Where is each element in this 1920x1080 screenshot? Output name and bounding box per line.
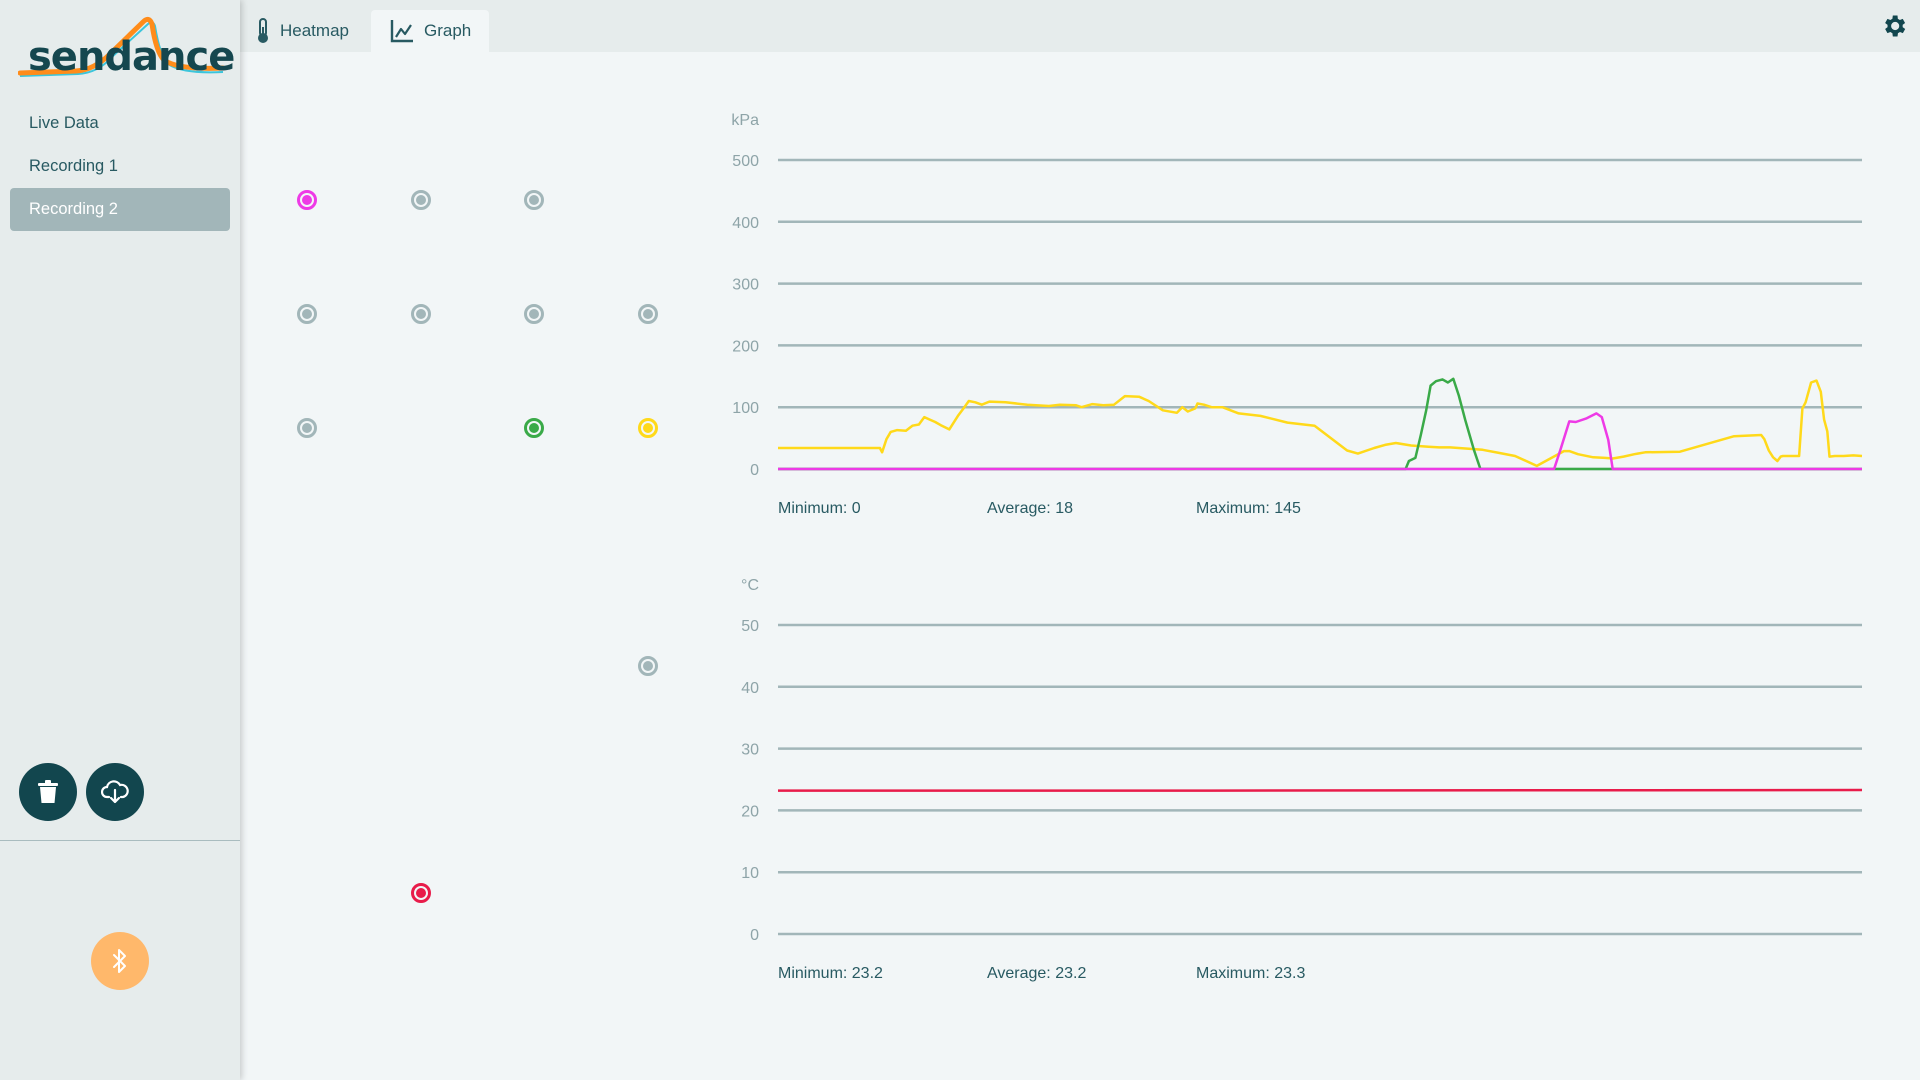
sensor-dot-icon: [529, 423, 539, 433]
temperature-tick-label: 20: [741, 803, 759, 820]
sidebar-item-live-data[interactable]: Live Data: [10, 102, 230, 145]
temperature-series-sensor-red: [778, 788, 1863, 792]
pressure-tick-label: 500: [732, 153, 759, 170]
sensor-dot-icon: [529, 309, 539, 319]
temperature-tick-label: 30: [741, 742, 759, 759]
pressure-sensor-1[interactable]: [297, 190, 317, 210]
download-button[interactable]: [86, 763, 144, 821]
sensor-dot-icon: [643, 309, 653, 319]
charts-canvas: kPa 0 100 200 300 400 500 °C 0 10 20 30 40 50: [731, 112, 1863, 944]
pressure-tick-label: 300: [732, 277, 759, 294]
temperature-tick-label: 0: [750, 927, 759, 944]
sidebar-item-recording-1[interactable]: Recording 1: [10, 145, 230, 188]
pressure-sensor-6[interactable]: [524, 304, 544, 324]
sensor-dot-icon: [529, 195, 539, 205]
tab-graph[interactable]: Graph: [371, 10, 489, 52]
sensor-dot-icon: [643, 661, 653, 671]
sensor-dot-icon: [302, 423, 312, 433]
pressure-min-stat: Minimum: 0: [778, 500, 861, 517]
temperature-tick-label: 40: [741, 680, 759, 697]
pressure-tick-label: 100: [732, 400, 759, 417]
tab-heatmap-label: Heatmap: [280, 21, 349, 40]
sidebar-item-recording-2[interactable]: Recording 2: [10, 188, 230, 231]
bluetooth-button[interactable]: [91, 932, 149, 990]
temperature-avg-stat: Average: 23.2: [987, 965, 1087, 982]
pressure-sensor-9[interactable]: [524, 418, 544, 438]
sensor-dot-icon: [416, 888, 426, 898]
tab-bar: Heatmap Graph: [240, 0, 1920, 52]
temperature-tick-label: 50: [741, 618, 759, 635]
temperature-unit-label: °C: [741, 577, 759, 594]
pressure-sensor-7[interactable]: [638, 304, 658, 324]
temperature-min-stat: Minimum: 23.2: [778, 965, 883, 982]
pressure-avg-stat: Average: 18: [987, 500, 1073, 517]
trash-icon: [38, 780, 58, 803]
tab-heatmap[interactable]: Heatmap: [256, 10, 363, 52]
sidebar-divider: [0, 840, 240, 841]
temperature-sensor-1[interactable]: [638, 656, 658, 676]
pressure-tick-label: 0: [750, 462, 759, 479]
sensor-dot-icon: [302, 195, 312, 205]
bluetooth-icon: [113, 949, 126, 973]
line-chart-icon: [390, 20, 413, 43]
pressure-unit-label: kPa: [731, 112, 759, 129]
pressure-sensor-5[interactable]: [411, 304, 431, 324]
pressure-sensor-8[interactable]: [297, 418, 317, 438]
sidebar: sendance Live Data Recording 1 Recording…: [0, 0, 240, 1080]
sensor-dot-icon: [416, 195, 426, 205]
pressure-sensor-2[interactable]: [411, 190, 431, 210]
temperature-max-stat: Maximum: 23.3: [1196, 965, 1306, 982]
pressure-series-sensor-green: [778, 377, 1862, 471]
pressure-sensor-4[interactable]: [297, 304, 317, 324]
pressure-tick-label: 200: [732, 338, 759, 355]
pressure-series-sensor-yellow: [778, 379, 1863, 468]
delete-button[interactable]: [19, 763, 77, 821]
pressure-max-stat: Maximum: 145: [1196, 500, 1301, 517]
temperature-sensor-2[interactable]: [411, 883, 431, 903]
sensor-dot-icon: [643, 423, 653, 433]
sendance-logo: sendance: [18, 16, 235, 86]
pressure-series-sensor-magenta: [778, 412, 1862, 471]
pressure-sensor-10[interactable]: [638, 418, 658, 438]
cloud-download-icon: [101, 780, 129, 804]
logo-text: sendance: [28, 34, 235, 80]
sidebar-nav: Live Data Recording 1 Recording 2: [10, 102, 230, 231]
sensor-dot-icon: [302, 309, 312, 319]
gear-icon[interactable]: [1880, 12, 1908, 40]
sensor-dot-icon: [416, 309, 426, 319]
pressure-tick-label: 400: [732, 215, 759, 232]
thermometer-icon: [258, 18, 268, 43]
pressure-sensor-3[interactable]: [524, 190, 544, 210]
tab-graph-label: Graph: [424, 21, 472, 40]
temperature-tick-label: 10: [741, 865, 759, 882]
